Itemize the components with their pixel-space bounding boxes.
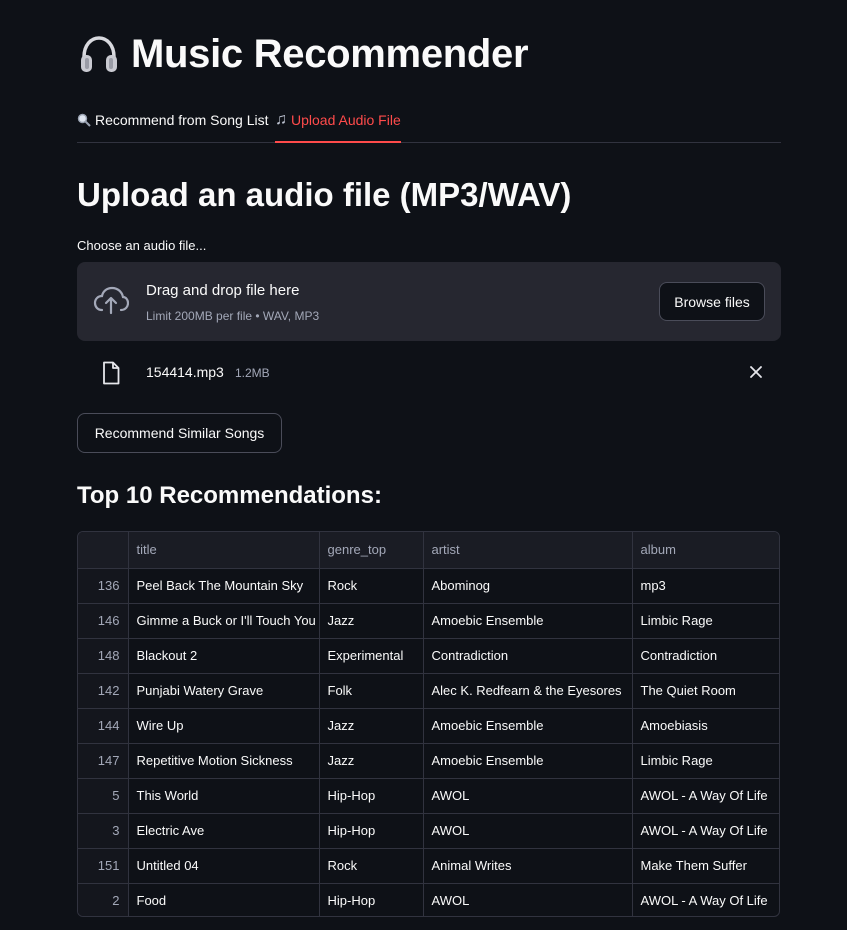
cell-genre: Rock [319,848,424,884]
cell-title: Blackout 2 [128,638,320,674]
cell-title: Untitled 04 [128,848,320,884]
tab-label: Recommend from Song List [95,112,269,128]
row-index: 144 [78,708,129,744]
cell-artist: Abominog [423,568,633,604]
row-index: 146 [78,603,129,639]
table-row: 136 Peel Back The Mountain Sky Rock Abom… [78,568,779,604]
cell-album: mp3 [632,568,779,604]
browse-files-button[interactable]: Browse files [659,282,765,321]
cell-album: Amoebiasis [632,708,779,744]
table-row: 147 Repetitive Motion Sickness Jazz Amoe… [78,743,779,779]
cell-artist: Amoebic Ensemble [423,708,633,744]
cell-genre: Hip-Hop [319,883,424,916]
cell-artist: Amoebic Ensemble [423,603,633,639]
cell-title: This World [128,778,320,814]
cell-artist: Animal Writes [423,848,633,884]
file-icon [103,361,120,385]
tab-label: Upload Audio File [291,112,401,128]
uploaded-file-size: 1.2MB [235,366,270,380]
table-row: 148 Blackout 2 Experimental Contradictio… [78,638,779,674]
column-header-index[interactable] [78,532,129,569]
row-index: 151 [78,848,129,884]
cell-title: Peel Back The Mountain Sky [128,568,320,604]
table-row: 151 Untitled 04 Rock Animal Writes Make … [78,848,779,884]
row-index: 142 [78,673,129,709]
app-title: Music Recommender [77,32,529,77]
cell-genre: Jazz [319,743,424,779]
cell-title: Food [128,883,320,916]
cell-album: AWOL - A Way Of Life [632,778,779,814]
cell-artist: Alec K. Redfearn & the Eyesores [423,673,633,709]
dropzone-instructions: Drag and drop file here [146,282,300,299]
row-index: 2 [78,883,129,916]
cell-genre: Experimental [319,638,424,674]
music-note-icon: ♫ [275,111,287,128]
cell-genre: Folk [319,673,424,709]
cell-album: Make Them Suffer [632,848,779,884]
cell-title: Wire Up [128,708,320,744]
uploaded-file-name: 154414.mp3 [146,364,224,380]
cell-artist: AWOL [423,883,633,916]
table-row: 144 Wire Up Jazz Amoebic Ensemble Amoebi… [78,708,779,744]
cell-album: Contradiction [632,638,779,674]
cell-artist: AWOL [423,813,633,849]
cell-title: Punjabi Watery Grave [128,673,320,709]
app-page: Music Recommender Recommend from Song Li… [0,0,847,930]
cell-artist: AWOL [423,778,633,814]
recommendations-heading: Top 10 Recommendations: [77,482,382,509]
upload-heading: Upload an audio file (MP3/WAV) [77,176,572,213]
row-index: 147 [78,743,129,779]
dropzone-limit-text: Limit 200MB per file • WAV, MP3 [146,309,320,323]
recommendations-table[interactable]: title genre_top artist album 136 Peel Ba… [77,531,780,917]
recommend-similar-songs-button[interactable]: Recommend Similar Songs [77,413,282,453]
column-header-artist[interactable]: artist [423,532,633,569]
row-index: 136 [78,568,129,604]
cell-album: Limbic Rage [632,743,779,779]
row-index: 148 [78,638,129,674]
close-icon[interactable] [749,365,763,379]
table-header-row: title genre_top artist album [78,532,779,569]
cell-genre: Jazz [319,603,424,639]
magnifier-icon [77,113,91,127]
cloud-upload-icon [93,286,129,315]
cell-artist: Amoebic Ensemble [423,743,633,779]
cell-title: Electric Ave [128,813,320,849]
tab-bar: Recommend from Song List ♫ Upload Audio … [77,108,781,143]
cell-artist: Contradiction [423,638,633,674]
column-header-album[interactable]: album [632,532,779,569]
row-index: 3 [78,813,129,849]
table-row: 3 Electric Ave Hip-Hop AWOL AWOL - A Way… [78,813,779,849]
cell-genre: Hip-Hop [319,813,424,849]
cell-album: AWOL - A Way Of Life [632,813,779,849]
cell-title: Gimme a Buck or I'll Touch You [128,603,320,639]
headphones-icon [81,35,117,72]
file-uploader-label: Choose an audio file... [77,238,207,253]
column-header-genre-top[interactable]: genre_top [319,532,424,569]
table-row: 142 Punjabi Watery Grave Folk Alec K. Re… [78,673,779,709]
column-header-title[interactable]: title [128,532,320,569]
cell-album: Limbic Rage [632,603,779,639]
app-title-text: Music Recommender [131,32,529,76]
tab-upload-audio-file[interactable]: ♫ Upload Audio File [275,108,401,143]
cell-genre: Hip-Hop [319,778,424,814]
tab-recommend-from-song-list[interactable]: Recommend from Song List [77,108,269,142]
file-dropzone[interactable]: Drag and drop file here Limit 200MB per … [77,262,781,341]
uploaded-file-item: 154414.mp3 1.2MB [77,356,781,390]
cell-genre: Rock [319,568,424,604]
table-row: 2 Food Hip-Hop AWOL AWOL - A Way Of Life [78,883,779,916]
cell-album: AWOL - A Way Of Life [640,893,768,909]
cell-genre: Jazz [319,708,424,744]
table-row: 5 This World Hip-Hop AWOL AWOL - A Way O… [78,778,779,814]
cell-album: The Quiet Room [632,673,779,709]
table-row: 146 Gimme a Buck or I'll Touch You Jazz … [78,603,779,639]
cell-title: Repetitive Motion Sickness [128,743,320,779]
row-index: 5 [78,778,129,814]
